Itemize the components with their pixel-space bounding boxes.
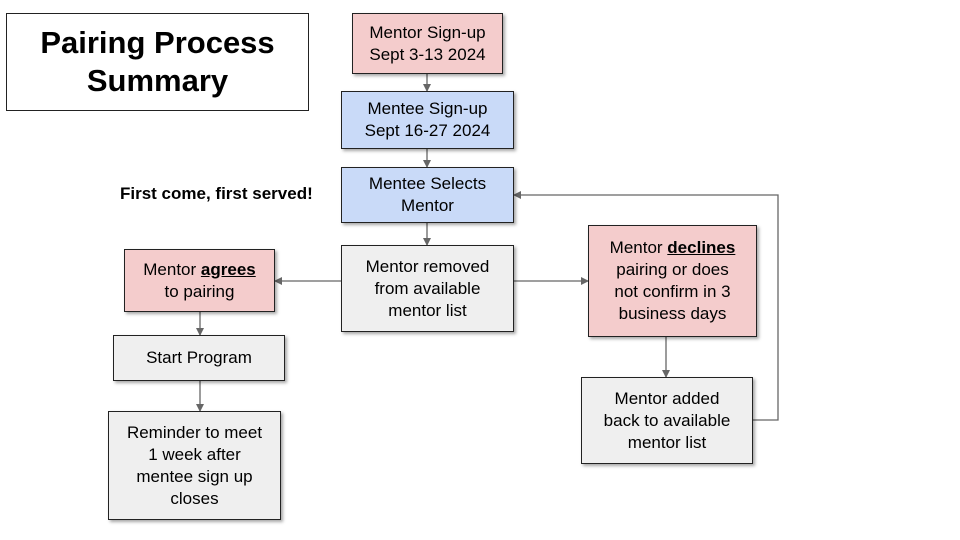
first-come-note: First come, first served!	[120, 184, 313, 203]
node-text: not confirm in 3	[614, 282, 731, 301]
node-text: Mentor declines	[610, 237, 736, 259]
node-text: closes	[170, 488, 219, 508]
node-text: Sept 16-27 2024	[364, 121, 491, 140]
node-text: pairing or does	[616, 260, 729, 279]
node-start-program: Start Program	[113, 335, 285, 381]
node-text: mentor list	[388, 300, 467, 320]
node-text: Mentor added	[614, 388, 720, 408]
node-mentee-signup: Mentee Sign-up Sept 16-27 2024	[341, 91, 514, 149]
node-text: 1 week after	[148, 444, 241, 464]
node-text: Start Program	[146, 348, 252, 367]
node-text: mentor list	[627, 432, 707, 452]
diagram-title: Pairing Process Summary	[6, 13, 309, 111]
node-text-prefix: Mentor	[609, 238, 668, 257]
node-text: Mentor removed	[365, 256, 490, 276]
node-text: to pairing	[164, 281, 235, 301]
node-text-emphasis: agrees	[200, 259, 256, 279]
node-mentee-selects: Mentee Selects Mentor	[341, 167, 514, 223]
node-mentor-added-back: Mentor added back to available mentor li…	[581, 377, 753, 464]
node-text: Mentee Sign-up	[367, 99, 488, 118]
node-text: from available	[374, 278, 481, 298]
node-text: business days	[618, 304, 727, 323]
node-text: Sept 3-13 2024	[369, 44, 486, 64]
node-mentor-removed: Mentor removed from available mentor lis…	[341, 245, 514, 332]
title-line-1: Pairing Process	[40, 25, 275, 60]
node-mentor-signup: Mentor Sign-up Sept 3-13 2024	[352, 13, 503, 74]
node-text: Mentor Sign-up	[369, 22, 486, 42]
node-text: Mentor agrees	[143, 259, 255, 281]
node-text-emphasis: declines	[667, 238, 736, 257]
node-text: Mentor	[401, 196, 454, 215]
node-text: mentee sign up	[136, 466, 253, 486]
node-reminder: Reminder to meet 1 week after mentee sig…	[108, 411, 281, 520]
title-line-2: Summary	[86, 63, 229, 98]
node-text-prefix: Mentor	[143, 259, 201, 279]
node-mentor-agrees: Mentor agrees to pairing	[124, 249, 275, 312]
node-mentor-declines: Mentor declines pairing or does not conf…	[588, 225, 757, 337]
node-text: back to available	[603, 410, 731, 430]
node-text: Reminder to meet	[126, 422, 263, 442]
node-text: Mentee Selects	[368, 174, 487, 193]
